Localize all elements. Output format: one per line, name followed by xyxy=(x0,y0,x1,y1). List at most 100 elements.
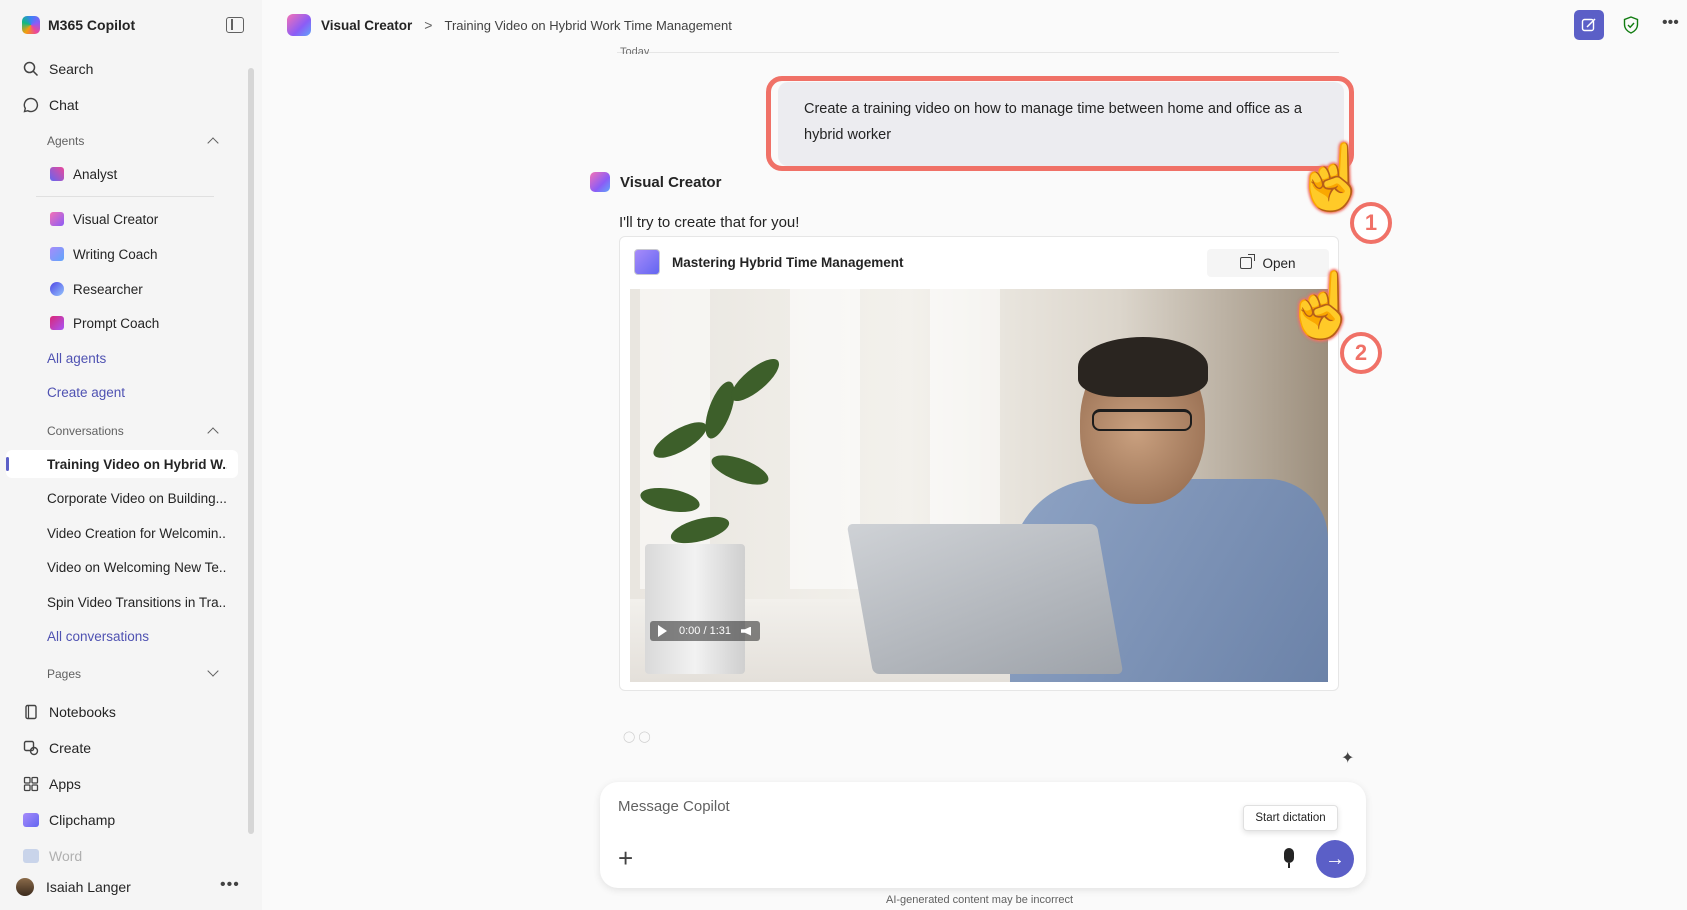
user-more-button[interactable]: ••• xyxy=(220,876,240,894)
sidebar-scrollbar[interactable] xyxy=(248,68,254,834)
conversation-item[interactable]: Corporate Video on Building... xyxy=(47,491,227,506)
visual-creator-icon xyxy=(50,212,64,226)
agent-item-analyst[interactable]: Analyst xyxy=(50,163,117,185)
agent-item-researcher[interactable]: Researcher xyxy=(50,278,143,300)
divider xyxy=(36,196,214,197)
response-header: Visual Creator xyxy=(590,172,721,192)
apps-icon xyxy=(22,775,40,793)
word-icon xyxy=(22,847,40,865)
sidebar-item-label: Create xyxy=(49,740,92,756)
microphone-button[interactable] xyxy=(1282,848,1296,870)
user-name: Isaiah Langer xyxy=(46,879,131,895)
play-icon[interactable] xyxy=(658,625,667,637)
agent-label: Researcher xyxy=(73,281,143,297)
copilot-logo-icon xyxy=(22,16,40,34)
chevron-up-icon[interactable] xyxy=(207,137,219,149)
sidebar-item-clipchamp[interactable]: Clipchamp xyxy=(22,807,115,833)
video-title: Mastering Hybrid Time Management xyxy=(672,255,904,270)
divider xyxy=(617,52,1339,53)
glasses xyxy=(1092,409,1192,431)
sidebar-item-label: Clipchamp xyxy=(49,812,116,828)
app-header: M365 Copilot xyxy=(22,14,244,36)
chevron-down-icon[interactable] xyxy=(207,665,219,677)
new-chat-button[interactable] xyxy=(1574,10,1604,40)
clipchamp-icon xyxy=(634,249,660,275)
video-controls[interactable]: 0:00 / 1:31 xyxy=(650,621,760,641)
sidebar: M365 Copilot Search Chat Agents Analyst … xyxy=(0,0,262,910)
user-profile[interactable]: Isaiah Langer xyxy=(16,878,131,896)
visual-creator-icon xyxy=(287,14,311,36)
chevron-right-icon: > xyxy=(424,17,433,33)
responder-name: Visual Creator xyxy=(620,173,722,191)
feedback-icons[interactable]: ◯ ◯ xyxy=(623,730,663,743)
sidebar-item-label: Notebooks xyxy=(49,704,116,720)
more-options-button[interactable]: ••• xyxy=(1662,14,1679,32)
agent-label: Writing Coach xyxy=(73,246,158,262)
all-agents-link[interactable]: All agents xyxy=(47,351,106,366)
sparkle-icon[interactable]: ✦ xyxy=(1341,748,1359,767)
agent-label: Prompt Coach xyxy=(73,315,160,331)
visual-creator-icon xyxy=(590,172,610,192)
agent-label: Analyst xyxy=(73,166,118,182)
create-icon xyxy=(22,739,40,757)
breadcrumb: Visual Creator > Training Video on Hybri… xyxy=(287,14,732,36)
clipchamp-icon xyxy=(22,811,40,829)
chevron-up-icon[interactable] xyxy=(207,427,219,439)
sidebar-item-chat[interactable]: Chat xyxy=(22,92,79,118)
chat-icon xyxy=(22,96,40,114)
search-icon xyxy=(22,60,40,78)
create-agent-link[interactable]: Create agent xyxy=(47,385,125,400)
microphone-stand xyxy=(1288,863,1290,868)
app-title: M365 Copilot xyxy=(48,17,136,33)
sidebar-item-notebooks[interactable]: Notebooks xyxy=(22,699,116,725)
breadcrumb-agent[interactable]: Visual Creator xyxy=(321,18,412,33)
analyst-icon xyxy=(50,167,64,181)
pages-section-label: Pages xyxy=(47,667,82,681)
agent-item-visual-creator[interactable]: Visual Creator xyxy=(50,208,158,230)
ai-disclaimer: AI-generated content may be incorrect xyxy=(886,894,1074,906)
video-time: 0:00 / 1:31 xyxy=(679,625,731,637)
laptop xyxy=(846,524,1124,674)
sidebar-item-word[interactable]: Word xyxy=(22,843,82,869)
avatar xyxy=(16,878,34,896)
sidebar-item-label: Search xyxy=(49,61,94,77)
agents-section-label: Agents xyxy=(47,134,85,148)
video-card: Mastering Hybrid Time Management Open 0:… xyxy=(619,236,1339,691)
sidebar-toggle-icon[interactable] xyxy=(226,17,244,33)
shield-button[interactable] xyxy=(1620,14,1642,36)
conversation-item[interactable]: Video on Welcoming New Te... xyxy=(47,560,227,575)
arrow-right-icon: → xyxy=(1325,847,1345,870)
writing-coach-icon xyxy=(50,247,64,261)
conversation-title: Training Video on Hybrid Work Time Manag… xyxy=(444,17,732,33)
step-badge: 2 xyxy=(1340,332,1382,374)
external-link-icon xyxy=(1240,254,1256,269)
send-button[interactable]: → xyxy=(1316,840,1354,878)
conversation-item[interactable]: Spin Video Transitions in Tra... xyxy=(47,595,227,610)
day-label: Today xyxy=(620,46,650,54)
video-player[interactable]: 0:00 / 1:31 xyxy=(630,289,1328,682)
prompt-coach-icon xyxy=(50,316,64,330)
sidebar-item-apps[interactable]: Apps xyxy=(22,771,81,797)
sidebar-item-search[interactable]: Search xyxy=(22,56,93,82)
volume-icon[interactable] xyxy=(741,626,751,636)
agent-item-writing-coach[interactable]: Writing Coach xyxy=(50,243,158,265)
conversation-item[interactable]: Video Creation for Welcomin... xyxy=(47,526,227,541)
hand-pointer-icon: ☝ xyxy=(1282,269,1362,341)
sidebar-item-label: Apps xyxy=(49,776,81,792)
researcher-icon xyxy=(50,282,64,296)
sidebar-item-create[interactable]: Create xyxy=(22,735,91,761)
add-attachment-button[interactable]: + xyxy=(618,845,633,871)
message-input[interactable]: Message Copilot xyxy=(618,798,730,815)
plant-pot xyxy=(645,544,745,674)
sidebar-item-label: Chat xyxy=(49,97,79,113)
edit-icon xyxy=(1581,18,1596,32)
dictation-tooltip: Start dictation xyxy=(1243,805,1338,831)
conversation-item[interactable]: Training Video on Hybrid W... xyxy=(47,457,227,472)
plant-leaf xyxy=(724,352,786,408)
agent-item-prompt-coach[interactable]: Prompt Coach xyxy=(50,312,159,334)
conversations-section-label: Conversations xyxy=(47,424,124,438)
all-conversations-link[interactable]: All conversations xyxy=(47,629,149,644)
agent-label: Visual Creator xyxy=(73,211,159,227)
sidebar-item-label: Word xyxy=(49,848,83,864)
microphone-icon xyxy=(1284,848,1294,863)
